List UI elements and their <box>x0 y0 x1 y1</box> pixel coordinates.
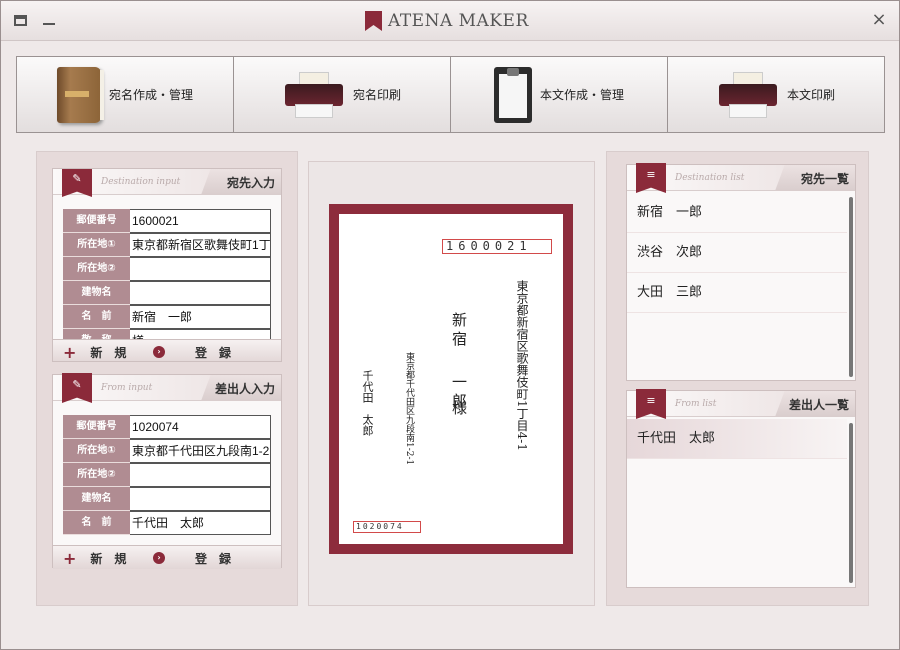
panel-subtitle: Destination list <box>675 173 745 183</box>
main-toolbar: 宛名作成・管理 宛名印刷 本文作成・管理 本文印刷 <box>16 56 885 133</box>
new-label: 新 規 <box>90 551 127 566</box>
panel-footer: + 新 規 › 登 録 <box>53 545 281 569</box>
building-input[interactable] <box>130 281 271 305</box>
address1-row: 所在地① 東京都千代田区九段南1-2 <box>63 439 271 463</box>
panel-subtitle: From input <box>101 383 153 393</box>
from-list-panel: ≡ From list 差出人一覧 千代田 太郎 <box>626 389 856 588</box>
address-print-label: 宛名印刷 <box>352 88 401 102</box>
address1-row: 所在地① 東京都新宿区歌舞伎町1丁 <box>63 233 271 257</box>
from-address: 東京都千代田区九段南1-2-1 <box>404 352 414 466</box>
body-manage-label: 本文作成・管理 <box>539 88 624 102</box>
destination-input-panel: ✎ Destination input 宛先入力 郵便番号 1600021 所在… <box>52 168 282 362</box>
panel-title: 宛先入力 <box>226 176 275 190</box>
to-name-family: 新宿 <box>450 312 468 350</box>
plus-icon: + <box>63 342 77 362</box>
body-print-button[interactable]: 本文印刷 <box>668 56 885 133</box>
field-label: 名 前 <box>63 305 130 329</box>
to-zip: 1600021 <box>442 239 552 254</box>
list-item[interactable]: 新宿 一郎 <box>627 193 847 233</box>
register-button[interactable]: › 登 録 <box>153 340 232 361</box>
field-label: 建物名 <box>63 487 130 511</box>
panel-title: 差出人入力 <box>214 382 275 396</box>
new-button[interactable]: + 新 規 <box>63 340 126 362</box>
zip-row: 郵便番号 1600021 <box>63 209 271 233</box>
name-input[interactable]: 新宿 一郎 <box>130 305 271 329</box>
zip-input[interactable]: 1020074 <box>130 415 271 439</box>
field-label: 所在地② <box>63 463 130 487</box>
list-icon: ≡ <box>636 163 666 193</box>
panel-title: 差出人一覧 <box>788 398 849 412</box>
field-label: 所在地① <box>63 233 130 257</box>
zip-input[interactable]: 1600021 <box>130 209 271 233</box>
plus-icon: + <box>63 548 77 568</box>
ribbon-icon <box>365 11 382 31</box>
clipboard-icon <box>493 66 532 123</box>
list-item[interactable]: 大田 三郎 <box>627 273 847 313</box>
from-zip: 1020074 <box>353 521 421 533</box>
title-bar: ATENA MAKER × <box>1 1 899 41</box>
field-label: 所在地① <box>63 439 130 463</box>
envelope-preview: 1600021 東京都新宿区歌舞伎町1丁目4-1 新宿 一郎 様 東京都千代田区… <box>339 214 563 544</box>
address-manage-label: 宛名作成・管理 <box>108 88 193 102</box>
list-item[interactable]: 渋谷 次郎 <box>627 233 847 273</box>
body-print-label: 本文印刷 <box>786 88 835 102</box>
from-name: 千代田 太郎 <box>361 370 374 436</box>
building-row: 建物名 <box>63 487 271 511</box>
name-row: 名 前 千代田 太郎 <box>63 511 271 535</box>
address-print-button[interactable]: 宛名印刷 <box>234 56 451 133</box>
panel-title: 宛先一覧 <box>800 172 849 186</box>
scrollbar[interactable] <box>849 423 853 583</box>
panel-subtitle: From list <box>675 399 717 409</box>
scrollbar[interactable] <box>849 197 853 377</box>
close-icon[interactable]: × <box>870 11 888 29</box>
register-button[interactable]: › 登 録 <box>153 546 231 570</box>
register-label: 登 録 <box>195 551 232 566</box>
arrow-icon: › <box>153 346 165 358</box>
to-honorific: 様 <box>450 400 468 415</box>
from-input-panel: ✎ From input 差出人入力 郵便番号 1020074 所在地① 東京都… <box>52 373 282 569</box>
panel-subtitle: Destination input <box>101 177 181 187</box>
panel-header: ✎ Destination input 宛先入力 <box>53 169 281 197</box>
zip-row: 郵便番号 1020074 <box>63 415 271 439</box>
address2-row: 所在地② <box>63 257 271 281</box>
panel-header: ≡ From list 差出人一覧 <box>627 389 855 419</box>
list-item[interactable]: 千代田 太郎 <box>627 419 847 459</box>
panel-footer: + 新 規 › 登 録 <box>53 339 281 362</box>
app-logo: ATENA MAKER <box>365 10 529 32</box>
restore-icon[interactable] <box>14 15 27 26</box>
printer-icon <box>283 70 345 120</box>
edit-icon: ✎ <box>62 169 92 197</box>
person-edit-icon: ✎ <box>62 373 92 403</box>
building-input[interactable] <box>130 487 271 511</box>
panel-header: ≡ Destination list 宛先一覧 <box>627 163 855 193</box>
to-address: 東京都新宿区歌舞伎町1丁目4-1 <box>515 280 529 451</box>
name-input[interactable]: 千代田 太郎 <box>130 511 271 535</box>
app-title: ATENA MAKER <box>388 11 529 31</box>
address-manage-button[interactable]: 宛名作成・管理 <box>16 56 234 133</box>
field-label: 郵便番号 <box>63 415 130 439</box>
new-label: 新 規 <box>90 345 127 360</box>
address1-input[interactable]: 東京都新宿区歌舞伎町1丁 <box>130 233 271 257</box>
app-window: ATENA MAKER × 宛名作成・管理 宛名印刷 本文作成・管理 本文印刷 … <box>0 0 900 650</box>
field-label: 郵便番号 <box>63 209 130 233</box>
address-book-icon <box>56 66 104 123</box>
address2-input[interactable] <box>130 257 271 281</box>
name-row: 名 前 新宿 一郎 <box>63 305 271 329</box>
address2-input[interactable] <box>130 463 271 487</box>
field-label: 名 前 <box>63 511 130 535</box>
field-label: 建物名 <box>63 281 130 305</box>
address2-row: 所在地② <box>63 463 271 487</box>
body-manage-button[interactable]: 本文作成・管理 <box>451 56 668 133</box>
printer-icon <box>717 70 779 120</box>
building-row: 建物名 <box>63 281 271 305</box>
register-label: 登 録 <box>195 345 232 360</box>
address1-input[interactable]: 東京都千代田区九段南1-2 <box>130 439 271 463</box>
field-label: 所在地② <box>63 257 130 281</box>
destination-list-panel: ≡ Destination list 宛先一覧 新宿 一郎 渋谷 次郎 大田 三… <box>626 163 856 381</box>
arrow-icon: › <box>153 552 165 564</box>
panel-header: ✎ From input 差出人入力 <box>53 373 281 403</box>
list-icon: ≡ <box>636 389 666 419</box>
minimize-icon[interactable] <box>43 23 55 25</box>
new-button[interactable]: + 新 規 <box>63 546 126 570</box>
